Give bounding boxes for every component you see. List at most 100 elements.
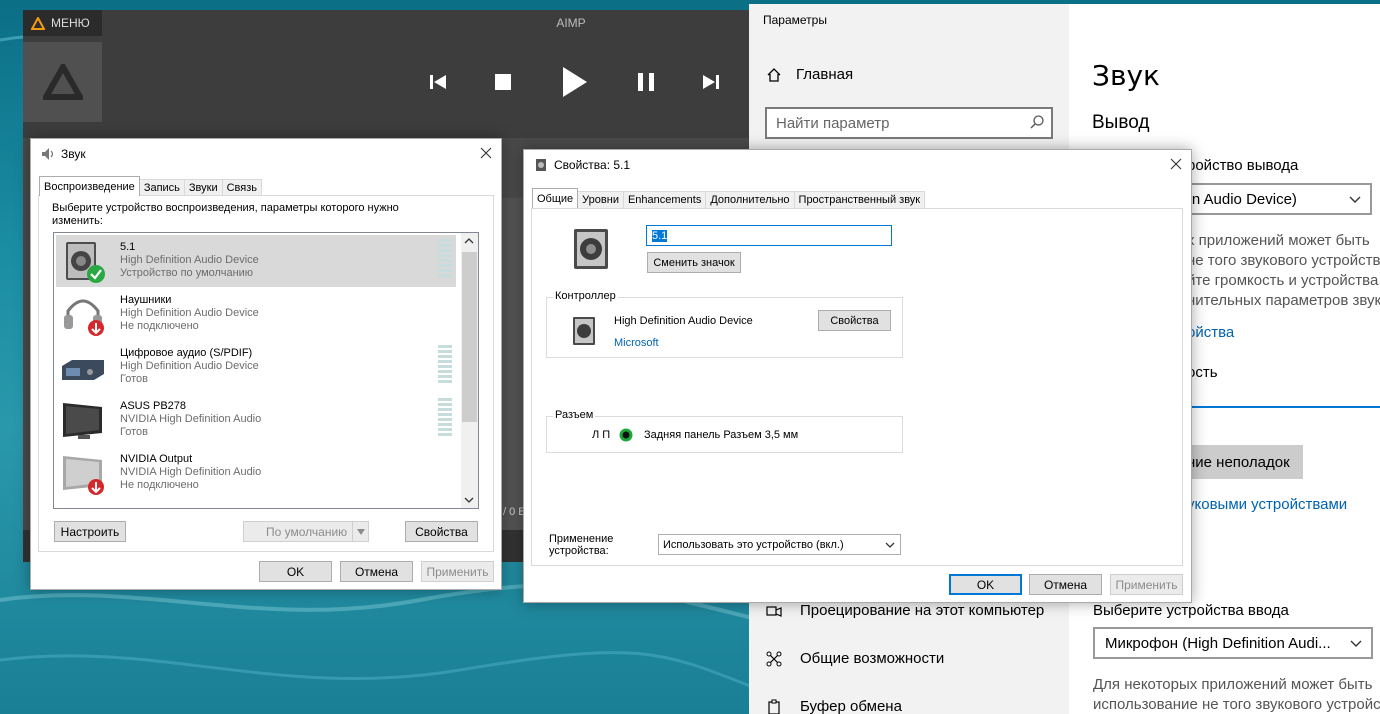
scrollbar-thumb[interactable] [462, 252, 477, 422]
previous-icon [430, 75, 446, 89]
properties-dialog-title: Свойства: 5.1 [554, 158, 631, 172]
device-driver: NVIDIA High Definition Audio [120, 466, 262, 478]
jack-group: Разъем Л П Задняя панель Разъем 3,5 мм [546, 409, 903, 453]
speaker-device-icon [573, 317, 595, 345]
tab-general[interactable]: Общие [532, 188, 579, 208]
sidebar-item-clipboard[interactable]: Буфер обмена [766, 698, 902, 714]
sidebar-item-label: Общие возможности [800, 650, 945, 667]
aimp-menu-button[interactable]: МЕНЮ [23, 10, 102, 36]
device-status: Готов [120, 426, 148, 438]
tab-spatial-sound[interactable]: Пространственный звук [793, 191, 926, 208]
aimp-logo-icon [31, 16, 45, 30]
device-status: Не подключено [120, 479, 199, 491]
projector-icon [766, 605, 782, 617]
device-driver: High Definition Audio Device [120, 360, 259, 372]
tab-advanced[interactable]: Дополнительно [705, 191, 795, 208]
device-driver: High Definition Audio Device [120, 307, 259, 319]
tab-levels[interactable]: Уровни [577, 191, 624, 208]
tab-sounds[interactable]: Звуки [183, 179, 223, 196]
sidebar-item-label: Главная [796, 66, 854, 83]
stop-button[interactable] [483, 62, 523, 102]
chevron-down-icon [1349, 196, 1361, 203]
sound-tabs: Воспроизведение Запись Звуки Связь [39, 176, 263, 196]
output-note-line4: нительных параметров звук [1187, 292, 1380, 309]
search-icon [1030, 115, 1044, 129]
troubleshoot-button[interactable]: ние неполадок [1179, 445, 1303, 479]
list-item[interactable]: Наушники High Definition Audio Device Не… [56, 288, 456, 340]
sidebar-item-label: Буфер обмена [800, 698, 902, 714]
device-properties-link[interactable]: ойства [1187, 324, 1234, 341]
controller-vendor-link[interactable]: Microsoft [614, 337, 659, 349]
device-name: ASUS PB278 [120, 400, 187, 412]
settings-window-title: Параметры [763, 13, 827, 27]
section-output-title: Вывод [1092, 112, 1150, 133]
play-button[interactable] [555, 62, 595, 102]
output-note-line3: йте громкость и устройства [1187, 272, 1379, 289]
album-art [23, 42, 102, 122]
ok-button[interactable]: OK [259, 561, 332, 582]
list-item[interactable]: NVIDIA Output NVIDIA High Definition Aud… [56, 447, 456, 499]
next-icon [703, 75, 719, 89]
search-placeholder: Найти параметр [776, 114, 890, 132]
list-item[interactable]: 5.1 High Definition Audio Device Устройс… [56, 235, 456, 287]
next-button[interactable] [691, 62, 731, 102]
jack-channels: Л П [592, 429, 611, 441]
sidebar-item-label: Проецирование на этот компьютер [800, 602, 1045, 619]
speaker-icon [42, 148, 54, 160]
set-default-dropdown[interactable] [352, 522, 368, 541]
play-icon [563, 67, 587, 97]
jack-group-label: Разъем [553, 409, 596, 421]
configure-button[interactable]: Настроить [54, 521, 126, 542]
aimp-menu-label: МЕНЮ [51, 16, 90, 30]
change-icon-button[interactable]: Сменить значок [647, 252, 741, 273]
pause-button[interactable] [626, 62, 666, 102]
ok-button[interactable]: OK [949, 574, 1022, 595]
tab-recording[interactable]: Запись [138, 179, 185, 196]
sidebar-item-home[interactable]: Главная [766, 66, 853, 83]
output-note-line2: не того звукового устройств [1187, 252, 1380, 269]
headphones-icon [64, 299, 104, 336]
device-name-input[interactable]: 5.1 [646, 225, 892, 246]
device-usage-select[interactable]: Использовать это устройство (вкл.) [658, 534, 901, 555]
tab-playback[interactable]: Воспроизведение [39, 176, 140, 196]
digital-audio-icon [62, 360, 104, 380]
chevron-down-icon [356, 528, 365, 535]
settings-search-input[interactable]: Найти параметр [765, 107, 1053, 139]
set-default-button[interactable]: По умолчанию [243, 521, 369, 542]
chevron-up-icon [464, 238, 474, 244]
manage-devices-link[interactable]: уковыми устройствами [1187, 496, 1347, 513]
device-list[interactable]: 5.1 High Definition Audio Device Устройс… [53, 232, 479, 509]
device-status: Готов [120, 373, 148, 385]
properties-dialog-titlebar: Свойства: 5.1 [534, 158, 630, 172]
input-note-line2: использование не того звукового устройст [1093, 696, 1380, 713]
home-icon [767, 67, 781, 82]
device-name: 5.1 [120, 241, 136, 253]
device-list-scrollbar[interactable] [461, 233, 478, 508]
list-item[interactable]: Цифровое аудио (S/PDIF) High Definition … [56, 341, 456, 393]
sidebar-item-projecting[interactable]: Проецирование на этот компьютер [766, 602, 1044, 619]
controller-name: High Definition Audio Device [614, 315, 753, 327]
properties-button[interactable]: Свойства [405, 521, 478, 542]
monitor-icon [63, 456, 104, 495]
apply-button[interactable]: Применить [1110, 574, 1183, 595]
sound-dialog: Звук Воспроизведение Запись Звуки Связь … [30, 138, 502, 590]
previous-button[interactable] [418, 62, 458, 102]
apply-button[interactable]: Применить [421, 561, 494, 582]
input-note-line1: Для некоторых приложений может быть [1093, 676, 1373, 693]
sidebar-item-shared[interactable]: Общие возможности [766, 650, 944, 667]
controller-properties-button[interactable]: Свойства [818, 310, 891, 331]
device-driver: NVIDIA High Definition Audio [120, 413, 262, 425]
input-device-select[interactable]: Микрофон (High Definition Audi... [1093, 627, 1373, 659]
aimp-logo-icon [42, 64, 83, 100]
volume-slider[interactable] [1189, 406, 1380, 408]
cancel-button[interactable]: Отмена [1029, 574, 1102, 595]
close-button[interactable] [1163, 153, 1189, 175]
tab-communications[interactable]: Связь [221, 179, 263, 196]
page-title: Звук [1092, 59, 1160, 92]
list-item[interactable]: ASUS PB278 NVIDIA High Definition Audio … [56, 394, 456, 446]
cancel-button[interactable]: Отмена [340, 561, 413, 582]
close-button[interactable] [473, 142, 499, 164]
tab-enhancements[interactable]: Enhancements [622, 191, 707, 208]
close-icon [480, 147, 492, 159]
sound-dialog-titlebar: Звук [41, 147, 86, 161]
